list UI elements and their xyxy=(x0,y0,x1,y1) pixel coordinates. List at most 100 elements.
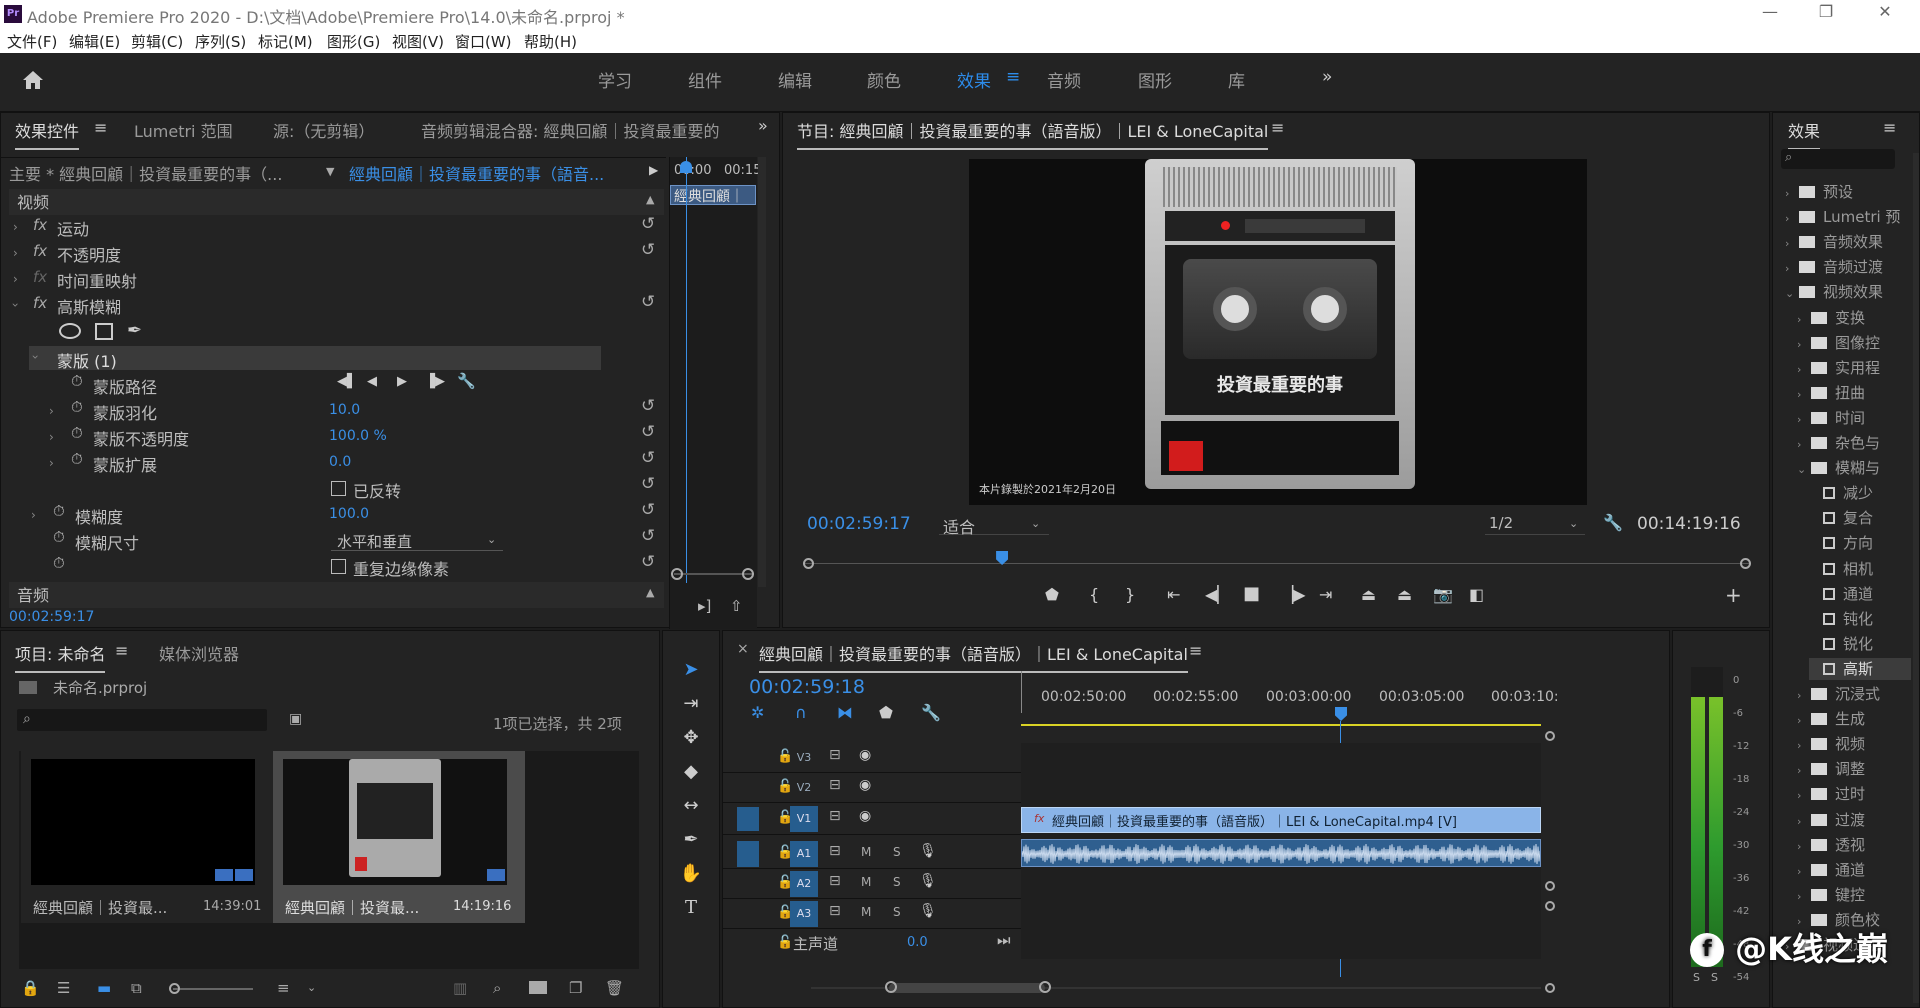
chevron-right-icon[interactable]: › xyxy=(1797,890,1811,903)
export-frame-icon[interactable]: 📷 xyxy=(1433,585,1453,604)
menu-file[interactable]: 文件(F) xyxy=(7,31,57,52)
effect-folder-item[interactable]: › 视频 xyxy=(1797,733,1911,755)
program-monitor-title[interactable]: 节目: 經典回顧｜投資最重要的事（語音版）｜LEI & LoneCapital xyxy=(797,118,1269,150)
icon-view-icon[interactable]: ▬ xyxy=(97,979,111,997)
chevron-down-icon[interactable]: ⌄ xyxy=(1785,287,1799,300)
stopwatch-icon[interactable]: ⏱ xyxy=(71,450,83,468)
track-label-a2[interactable]: A2 xyxy=(790,871,818,897)
pen-mask-icon[interactable]: ✒ xyxy=(127,320,142,341)
sync-lock-icon[interactable]: ⊟ xyxy=(829,777,841,793)
solo-button[interactable]: S xyxy=(893,875,901,889)
track-label-a1[interactable]: A1 xyxy=(790,841,818,867)
audio-clip-a1[interactable] xyxy=(1021,839,1541,867)
chevron-right-icon[interactable]: › xyxy=(1797,388,1811,401)
microphone-icon[interactable]: 🎙 xyxy=(919,873,937,889)
effect-folder-item[interactable]: › 扭曲 xyxy=(1797,382,1911,404)
ellipse-mask-icon[interactable] xyxy=(59,323,81,339)
expand-motion-icon[interactable]: › xyxy=(13,220,18,234)
tab-lumetri-scopes[interactable]: Lumetri 范围 xyxy=(134,118,233,142)
workspace-learning[interactable]: 学习 xyxy=(598,67,632,92)
wrench-icon[interactable]: 🔧 xyxy=(457,372,476,390)
tab-audio-clip-mixer[interactable]: 音频剪辑混合器: 經典回顧｜投資最重要的 xyxy=(421,118,719,142)
eye-icon[interactable]: ◉ xyxy=(859,808,871,824)
lift-icon[interactable]: ⏏ xyxy=(1361,585,1376,604)
tab-menu-icon[interactable]: ≡ xyxy=(1189,641,1202,660)
effect-folder-item[interactable]: › 生成 xyxy=(1797,708,1911,730)
video-frame[interactable]: 投資最重要的事 本片錄製於2021年2月20日 xyxy=(969,159,1587,505)
workspace-effects[interactable]: 效果 xyxy=(957,67,991,92)
expand-mask-opacity-icon[interactable]: › xyxy=(49,430,54,444)
effect-controls-scrollbar[interactable] xyxy=(758,157,766,587)
restore-button[interactable]: ❐ xyxy=(1803,2,1849,26)
effect-folder-item[interactable]: › 通道 xyxy=(1797,859,1911,881)
sync-lock-icon[interactable]: ⊟ xyxy=(829,903,841,919)
close-button[interactable]: ✕ xyxy=(1862,2,1908,26)
ripple-edit-tool-icon[interactable]: ✥ xyxy=(677,727,705,755)
mini-playhead-handle[interactable] xyxy=(680,161,692,173)
effect-preset-item[interactable]: 相机 xyxy=(1809,558,1911,580)
mark-out-icon[interactable]: } xyxy=(1125,585,1135,604)
linked-selection-icon[interactable]: ⧓ xyxy=(837,703,853,722)
sync-lock-icon[interactable]: ⊟ xyxy=(829,808,841,824)
lock-icon[interactable]: 🔓 xyxy=(777,935,793,950)
source-a1-patch[interactable] xyxy=(737,841,759,867)
effect-controls-timecode[interactable]: 00:02:59:17 xyxy=(9,609,94,625)
stopwatch-icon[interactable]: ⏱ xyxy=(53,554,65,572)
reset-icon[interactable]: ↺ xyxy=(641,474,655,494)
track-label-a3[interactable]: A3 xyxy=(790,901,818,927)
chevron-right-icon[interactable]: › xyxy=(1785,187,1799,200)
eye-icon[interactable]: ◉ xyxy=(859,777,871,793)
panel-overflow-icon[interactable]: » xyxy=(758,116,768,135)
slip-tool-icon[interactable]: ↔ xyxy=(677,795,705,823)
collapse-gauss-icon[interactable]: › xyxy=(8,303,22,308)
extract-icon[interactable]: ⏏ xyxy=(1397,585,1412,604)
list-view-icon[interactable]: ☰ xyxy=(57,979,70,997)
workspace-assembly[interactable]: 组件 xyxy=(688,67,722,92)
stopwatch-icon[interactable]: ⏱ xyxy=(71,398,83,416)
mask-opacity-value[interactable]: 100.0 % xyxy=(329,428,429,454)
blur-dimensions-dropdown[interactable]: 水平和垂直 ⌄ xyxy=(331,529,503,551)
timeline-settings-icon[interactable]: 🔧 xyxy=(921,703,941,722)
program-scrubber[interactable] xyxy=(803,551,1751,571)
chevron-right-icon[interactable]: › xyxy=(1797,714,1811,727)
solo-left-button[interactable]: S xyxy=(1693,971,1700,984)
sync-lock-icon[interactable]: ⊟ xyxy=(829,843,841,859)
razor-tool-icon[interactable]: ◆ xyxy=(677,761,705,789)
track-label-v3[interactable]: V3 xyxy=(790,745,818,771)
microphone-icon[interactable]: 🎙 xyxy=(919,843,937,859)
mask-label[interactable]: 蒙版 (1) xyxy=(57,348,257,374)
effect-preset-item[interactable]: 复合 xyxy=(1809,507,1911,529)
effect-folder-item[interactable]: ⌄ 视频效果 xyxy=(1785,281,1911,303)
stopwatch-icon[interactable]: ⏱ xyxy=(71,372,83,390)
microphone-icon[interactable]: 🎙 xyxy=(919,903,937,919)
chevron-right-icon[interactable]: › xyxy=(1797,764,1811,777)
effect-folder-item[interactable]: › 杂色与 xyxy=(1797,432,1911,454)
gaussian-blur-effect[interactable]: 高斯模糊 xyxy=(57,294,257,320)
solo-button[interactable]: S xyxy=(893,905,901,919)
expand-blurriness-icon[interactable]: › xyxy=(31,508,36,522)
trash-icon[interactable]: 🗑 xyxy=(605,979,624,997)
stopwatch-icon[interactable]: ⏱ xyxy=(53,528,65,546)
export-frame-icon[interactable]: ▸] xyxy=(698,597,711,615)
menu-window[interactable]: 窗口(W) xyxy=(455,31,512,52)
effects-search-input[interactable]: ⌕ xyxy=(1781,149,1895,169)
effects-panel-title[interactable]: 效果 xyxy=(1788,118,1821,150)
quality-dropdown[interactable]: 1/2 ⌄ xyxy=(1485,513,1585,535)
find-icon[interactable]: ⌕ xyxy=(493,979,501,997)
effect-mini-timeline[interactable]: 00:00 00:15 經典回顧｜ ▸] ⇧ xyxy=(669,157,761,629)
sync-lock-icon[interactable]: ⊟ xyxy=(829,873,841,889)
effect-folder-item[interactable]: › 音频效果 xyxy=(1785,231,1911,253)
track-back-all-icon[interactable]: ◀▌ xyxy=(337,374,357,389)
chevron-right-icon[interactable]: › xyxy=(1797,789,1811,802)
settings-wrench-icon[interactable]: 🔧 xyxy=(1603,513,1623,532)
panel-menu-icon[interactable]: ≡ xyxy=(1271,118,1284,137)
project-search-input[interactable]: ⌕ xyxy=(17,709,267,731)
tab-menu-icon[interactable]: ≡ xyxy=(94,118,107,137)
track-forward-icon[interactable]: ▶ xyxy=(397,374,407,389)
effect-folder-item[interactable]: ⌄ 模糊与 xyxy=(1797,457,1911,479)
expand-remap-icon[interactable]: › xyxy=(13,272,18,286)
mute-button[interactable]: M xyxy=(861,905,871,919)
effect-folder-item[interactable]: › 变换 xyxy=(1797,307,1911,329)
timeline-current-time[interactable]: 00:02:59:18 xyxy=(749,676,865,698)
tab-media-browser[interactable]: 媒体浏览器 xyxy=(159,641,239,665)
